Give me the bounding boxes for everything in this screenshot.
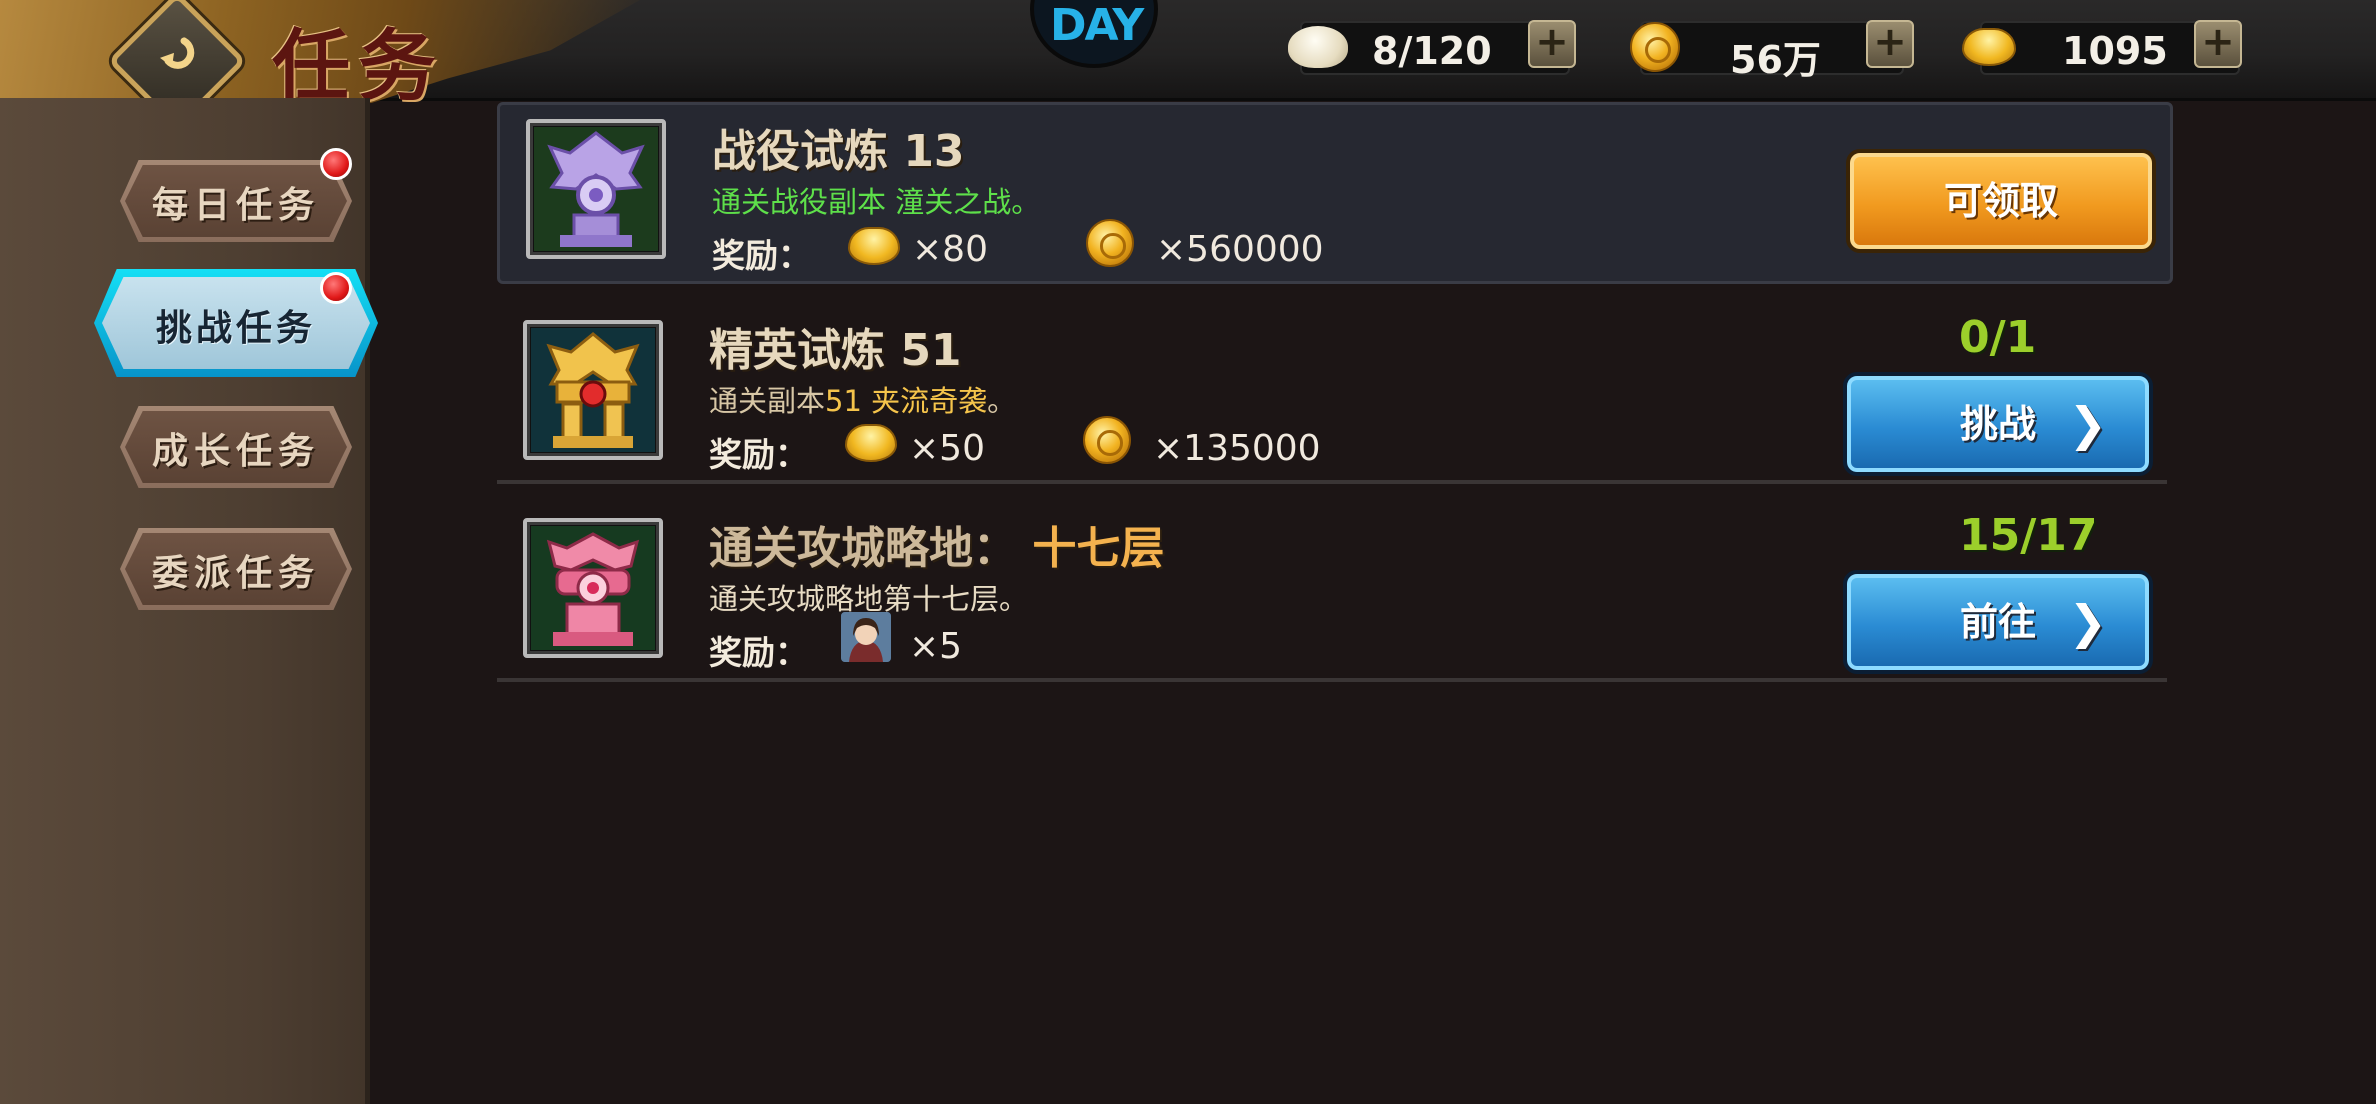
reward-label: 奖励：: [709, 633, 808, 672]
tab-label: 委派任务: [151, 553, 320, 594]
reward-amount: ×80: [912, 229, 988, 270]
task-name: 战役试炼 13: [712, 126, 965, 177]
name-text: 通关攻城略地：: [709, 523, 1017, 574]
reward-label: 奖励：: [709, 435, 808, 474]
reward-amount: ×5: [909, 626, 963, 667]
tab-dispatch-tasks[interactable]: 委派任务: [120, 528, 352, 610]
gold-coin-icon: [1086, 219, 1134, 267]
reward-amount: ×50: [909, 428, 985, 469]
button-label: 挑战: [1959, 402, 2036, 446]
name-highlight: 十七层: [1032, 523, 1165, 574]
gold-coin-icon: [1083, 416, 1131, 464]
gold-ingot-icon: [845, 424, 897, 462]
task-row: 战役试炼 13 通关战役副本 潼关之战。 奖励： ×80 ×560000 可领取: [497, 102, 2173, 284]
task-description: 通关战役副本 潼关之战。: [712, 185, 1041, 219]
reward-amount: ×135000: [1153, 428, 1321, 469]
purple-totem-icon: [526, 119, 666, 259]
hero-portrait-icon: [841, 612, 891, 662]
ingot-value: 1095: [2062, 29, 2168, 73]
desc-suffix: 。: [987, 384, 1017, 418]
add-ingot-button[interactable]: +: [2194, 20, 2242, 68]
add-stamina-button[interactable]: +: [1528, 20, 1576, 68]
task-name: 精英试炼 51: [709, 325, 962, 376]
golden-totem-icon: [523, 320, 663, 460]
tab-label: 成长任务: [151, 431, 320, 472]
gold-coin-value: 56万: [1730, 38, 1821, 82]
add-gold-button[interactable]: +: [1866, 20, 1914, 68]
reward-label: 奖励：: [712, 236, 811, 275]
gold-coin-icon: [1630, 22, 1680, 72]
stamina-value: 8/120: [1372, 29, 1492, 73]
go-to-button[interactable]: 前往 ❯: [1843, 570, 2153, 674]
pink-totem-icon: [523, 518, 663, 658]
stamina-bun-icon: [1288, 26, 1348, 68]
button-label: 前往: [1959, 600, 2036, 644]
task-progress: 15/17: [1959, 510, 2098, 561]
claim-reward-button[interactable]: 可领取: [1846, 149, 2156, 253]
gold-ingot-icon: [1962, 28, 2016, 66]
back-arrow-icon: [160, 37, 195, 69]
tab-label: 挑战任务: [155, 308, 316, 349]
tab-daily-tasks[interactable]: 每日任务: [120, 160, 352, 242]
chevron-right-icon: ❯: [2068, 397, 2107, 451]
reward-amount: ×560000: [1156, 229, 1324, 270]
desc-text: 通关副本: [709, 384, 826, 418]
challenge-button[interactable]: 挑战 ❯: [1843, 372, 2153, 476]
task-description: 通关副本51 夹流奇袭。: [709, 378, 1016, 420]
tab-growth-tasks[interactable]: 成长任务: [120, 406, 352, 488]
task-progress: 0/1: [1959, 312, 2037, 363]
task-row: 通关攻城略地： 十七层 通关攻城略地第十七层。 奖励： ×5 15/17 前往 …: [497, 502, 2167, 682]
task-name: 通关攻城略地： 十七层: [709, 512, 1164, 576]
notification-badge: [320, 148, 352, 180]
event-logo-text: DAY: [1050, 0, 1144, 51]
tab-label: 每日任务: [151, 185, 320, 226]
chevron-right-icon: ❯: [2068, 595, 2107, 649]
desc-highlight: 51 夹流奇袭: [825, 384, 988, 418]
task-row: 精英试炼 51 通关副本51 夹流奇袭。 奖励： ×50 ×135000 0/1…: [497, 304, 2167, 484]
gold-ingot-icon: [848, 227, 900, 265]
notification-badge: [320, 272, 352, 304]
